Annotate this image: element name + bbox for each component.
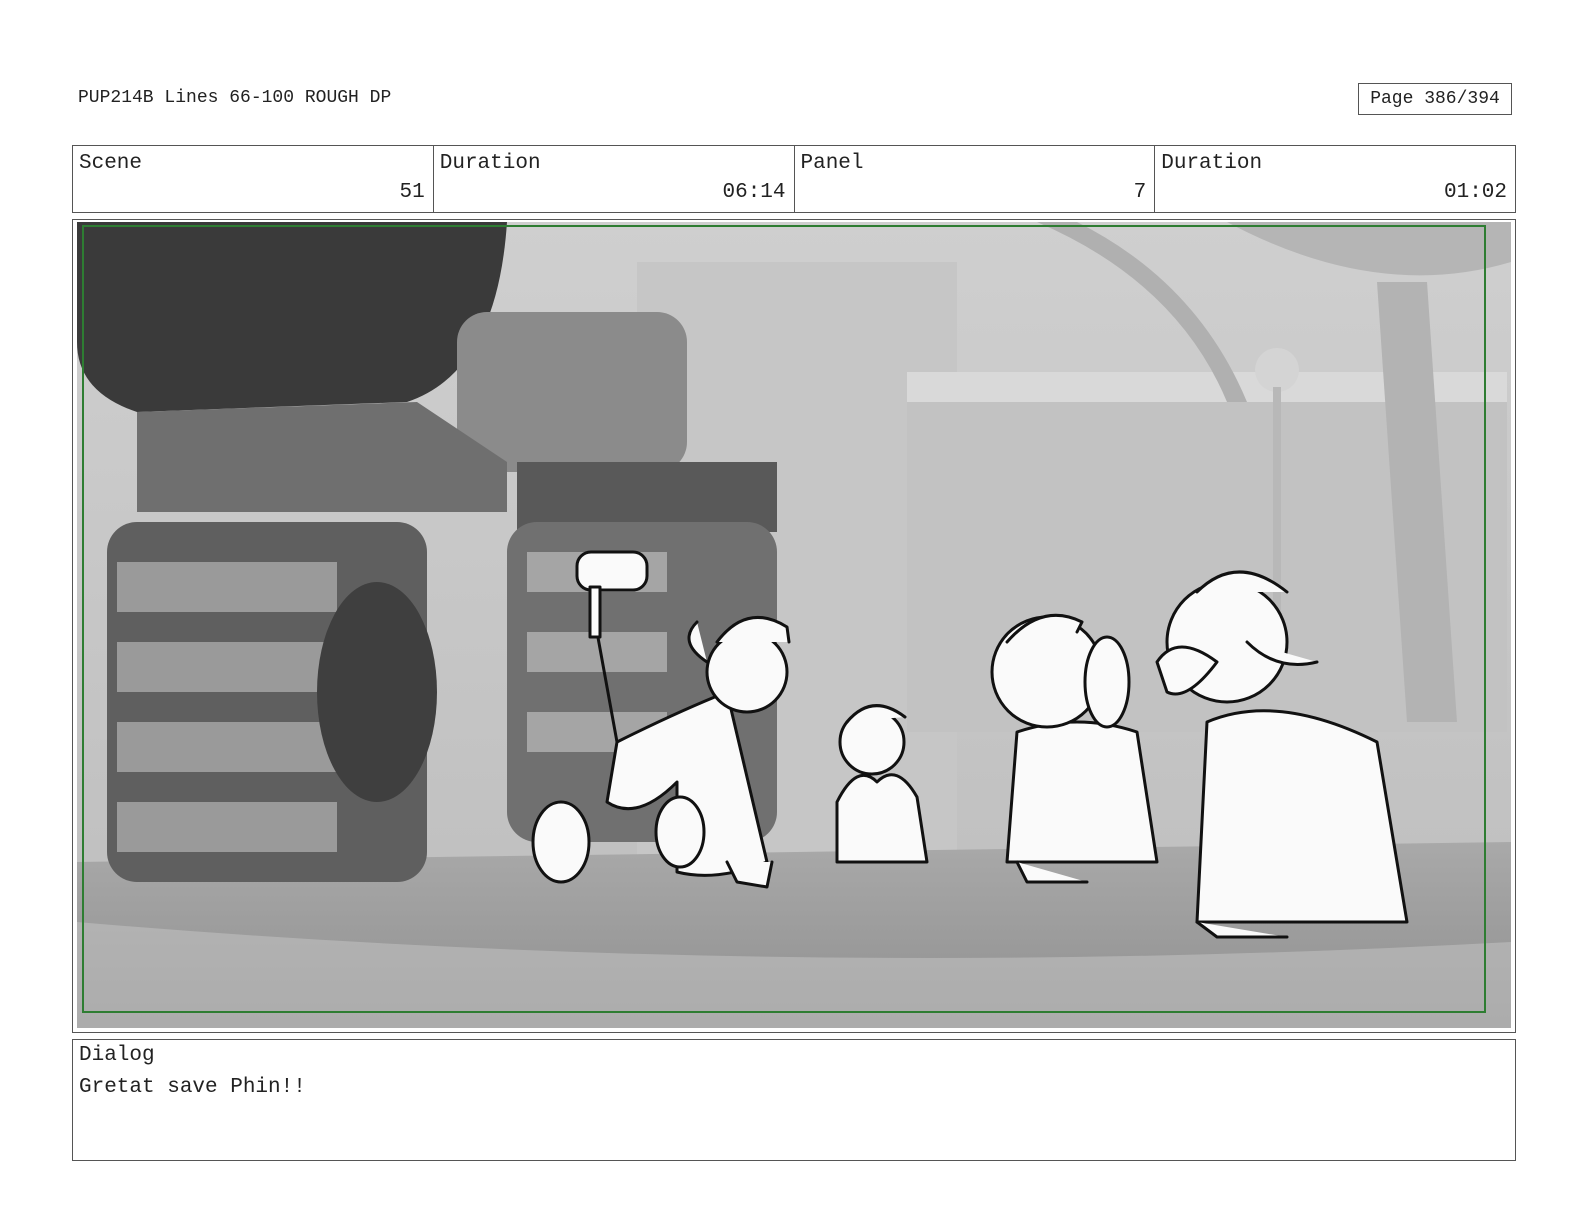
scene-duration-label: Duration [439, 152, 541, 175]
panel-duration-label: Duration [1161, 152, 1263, 175]
dialog-label: Dialog [79, 1044, 155, 1067]
panel-duration-value: 01:02 [1443, 181, 1507, 204]
storyboard-image [77, 222, 1511, 1028]
scene-info-row: Scene 51 Duration 06:14 Panel 7 Duration… [72, 145, 1516, 213]
scene-value: 51 [399, 181, 425, 204]
dialog-text: Gretat save Phin!! [79, 1076, 306, 1099]
panel-value: 7 [1133, 181, 1147, 204]
dialog-box: Dialog Gretat save Phin!! [72, 1039, 1516, 1161]
scene-duration-cell: Duration 06:14 [434, 146, 795, 212]
page-indicator: Page 386/394 [1358, 83, 1512, 115]
document-title: PUP214B Lines 66-100 ROUGH DP [78, 88, 392, 108]
panel-cell: Panel 7 [795, 146, 1156, 212]
panel-duration-cell: Duration 01:02 [1155, 146, 1515, 212]
storyboard-frame [72, 219, 1516, 1033]
scene-label: Scene [79, 152, 143, 175]
scene-duration-value: 06:14 [722, 181, 786, 204]
panel-label: Panel [800, 152, 864, 175]
scene-cell: Scene 51 [73, 146, 434, 212]
